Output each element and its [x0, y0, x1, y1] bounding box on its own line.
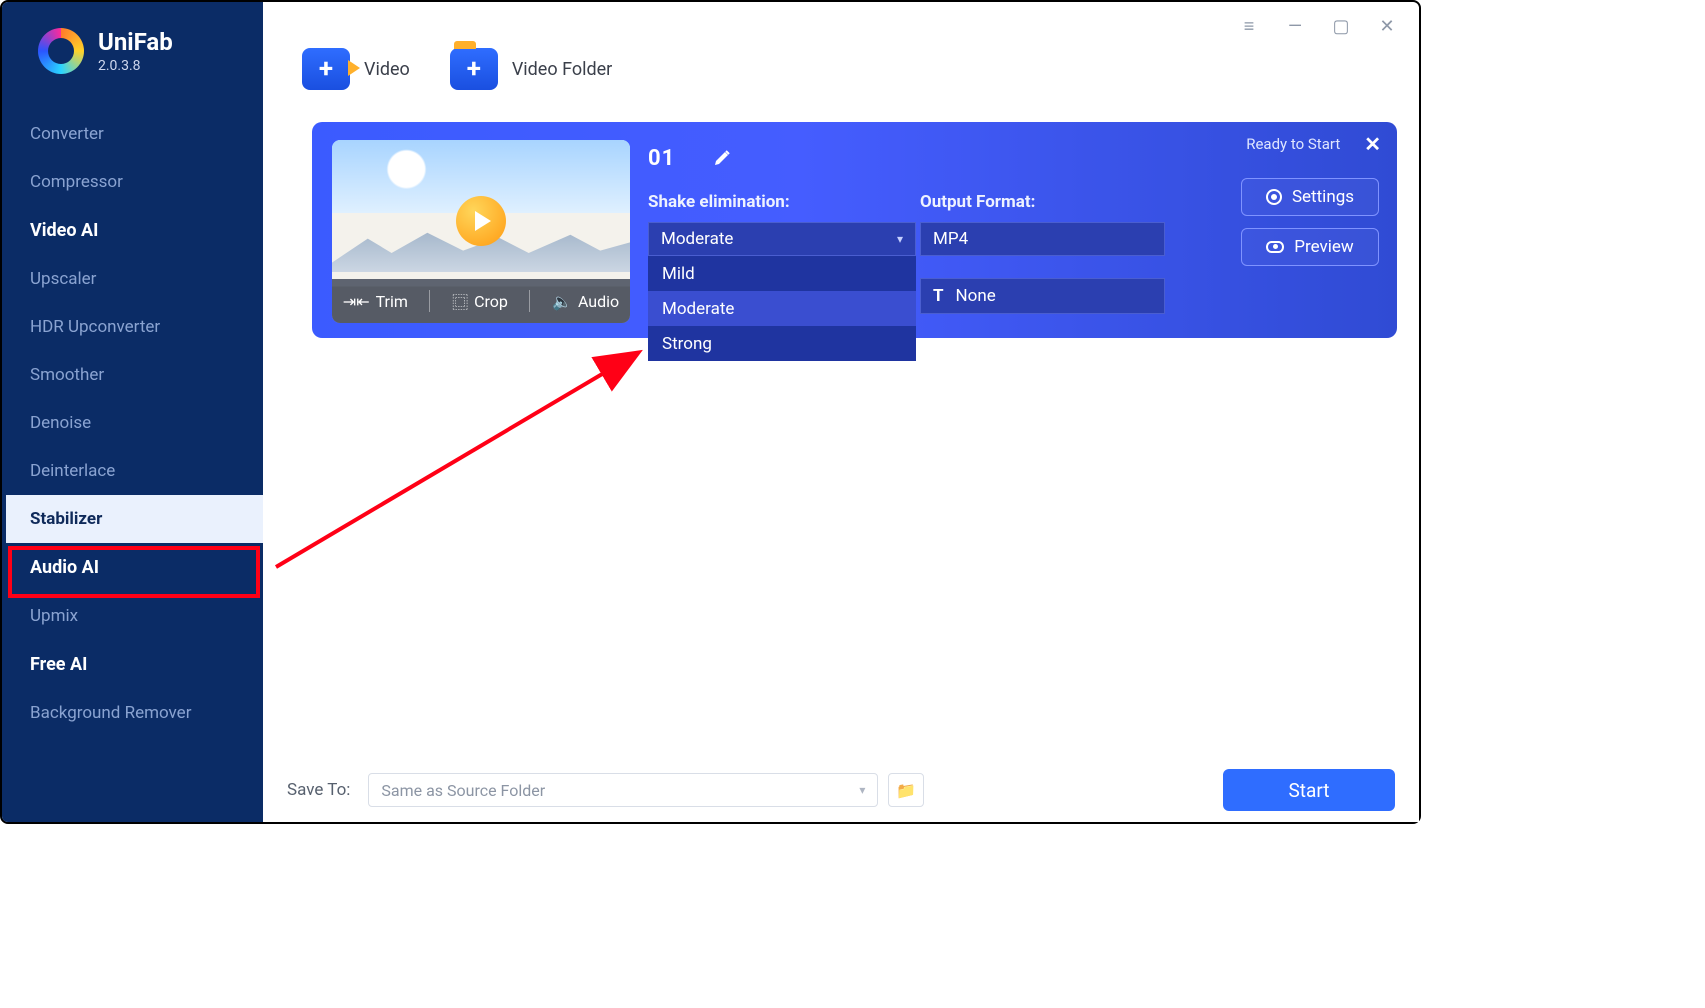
settings-label: Settings	[1292, 187, 1354, 207]
shake-select[interactable]: Moderate ▾	[648, 222, 916, 256]
sidebar-item-compressor[interactable]: Compressor	[2, 158, 263, 206]
sidebar-header-video-ai[interactable]: Video AI	[2, 206, 263, 255]
sidebar-nav: Converter Compressor Video AI Upscaler H…	[2, 110, 263, 737]
sidebar-item-upmix[interactable]: Upmix	[2, 592, 263, 640]
subtitle-icon: T	[933, 286, 944, 306]
save-to-select[interactable]: Same as Source Folder ▾	[368, 773, 878, 807]
task-actions: Settings Preview	[1241, 178, 1379, 266]
add-source-row: + Video + Video Folder	[302, 48, 612, 90]
crop-label: Crop	[474, 292, 508, 311]
subtitle-value: None	[956, 286, 996, 306]
sidebar-item-smoother[interactable]: Smoother	[2, 351, 263, 399]
status-label: Ready to Start	[1246, 135, 1340, 153]
shake-dropdown: Mild Moderate Strong	[648, 256, 916, 361]
preview-button[interactable]: Preview	[1241, 228, 1379, 266]
app-window: UniFab 2.0.3.8 Converter Compressor Vide…	[0, 0, 1421, 824]
chevron-down-icon: ▾	[897, 232, 903, 246]
shake-option-strong[interactable]: Strong	[648, 326, 916, 361]
video-thumbnail[interactable]: ⇥⇤ Trim ⿴ Crop 🔈 Audio	[332, 140, 630, 323]
add-video-icon: +	[302, 48, 350, 90]
sidebar-item-denoise[interactable]: Denoise	[2, 399, 263, 447]
add-folder-label: Video Folder	[512, 59, 612, 80]
menu-icon[interactable]: ≡	[1239, 17, 1259, 35]
shake-option-mild[interactable]: Mild	[648, 256, 916, 291]
add-video-label: Video	[364, 59, 410, 80]
crop-icon: ⿴	[452, 289, 468, 313]
save-to-value: Same as Source Folder	[381, 781, 545, 800]
trim-button[interactable]: ⇥⇤ Trim	[343, 292, 408, 311]
sidebar-item-hdr-upconverter[interactable]: HDR Upconverter	[2, 303, 263, 351]
eye-icon	[1266, 241, 1284, 253]
chevron-down-icon: ▾	[859, 783, 865, 797]
maximize-icon[interactable]: ▢	[1331, 17, 1351, 35]
separator	[429, 290, 430, 312]
brand-block: UniFab 2.0.3.8	[2, 28, 263, 74]
sidebar: UniFab 2.0.3.8 Converter Compressor Vide…	[2, 2, 263, 822]
close-icon[interactable]: ✕	[1377, 17, 1397, 35]
crop-button[interactable]: ⿴ Crop	[452, 289, 508, 313]
audio-icon: 🔈	[552, 292, 572, 311]
add-folder-button[interactable]: + Video Folder	[450, 48, 612, 90]
start-label: Start	[1289, 779, 1330, 802]
separator	[529, 290, 530, 312]
output-format-label: Output Format:	[920, 192, 1035, 212]
trim-label: Trim	[376, 292, 408, 311]
subtitle-select[interactable]: T None	[920, 278, 1165, 314]
brand-name: UniFab	[98, 28, 173, 56]
bottom-bar: Save To: Same as Source Folder ▾ 📁 Start	[263, 758, 1419, 822]
remove-task-icon[interactable]: ✕	[1364, 132, 1381, 156]
sidebar-header-free-ai[interactable]: Free AI	[2, 640, 263, 689]
brand-logo-icon	[38, 28, 84, 74]
sidebar-item-upscaler[interactable]: Upscaler	[2, 255, 263, 303]
output-format-select[interactable]: MP4	[920, 222, 1165, 256]
thumb-toolbar: ⇥⇤ Trim ⿴ Crop 🔈 Audio	[332, 279, 630, 323]
trim-icon: ⇥⇤	[343, 292, 370, 311]
save-to-label: Save To:	[287, 780, 350, 800]
preview-label: Preview	[1294, 237, 1353, 257]
rename-icon[interactable]	[712, 148, 732, 172]
sidebar-header-audio-ai[interactable]: Audio AI	[2, 543, 263, 592]
brand-version: 2.0.3.8	[98, 58, 173, 74]
sidebar-item-deinterlace[interactable]: Deinterlace	[2, 447, 263, 495]
add-folder-icon: +	[450, 48, 498, 90]
video-task-card: Ready to Start ✕ ⇥⇤ Trim ⿴ Crop 🔈	[312, 122, 1397, 338]
shake-option-moderate[interactable]: Moderate	[648, 291, 916, 326]
audio-label: Audio	[578, 292, 619, 311]
task-index: 01	[648, 146, 675, 171]
minimize-icon[interactable]: —	[1285, 17, 1305, 35]
annotation-arrow-icon	[266, 342, 656, 572]
window-controls: ≡ — ▢ ✕	[263, 2, 1419, 50]
add-video-button[interactable]: + Video	[302, 48, 410, 90]
start-button[interactable]: Start	[1223, 769, 1395, 811]
audio-button[interactable]: 🔈 Audio	[552, 292, 619, 311]
shake-select-value: Moderate	[661, 229, 733, 249]
sidebar-item-stabilizer[interactable]: Stabilizer	[2, 495, 263, 543]
sidebar-item-converter[interactable]: Converter	[2, 110, 263, 158]
gear-icon	[1266, 189, 1282, 205]
output-format-value: MP4	[933, 229, 968, 249]
play-icon[interactable]	[456, 196, 506, 246]
shake-label: Shake elimination:	[648, 192, 790, 212]
browse-folder-button[interactable]: 📁	[888, 773, 924, 807]
folder-icon: 📁	[896, 781, 916, 800]
settings-button[interactable]: Settings	[1241, 178, 1379, 216]
sidebar-item-background-remover[interactable]: Background Remover	[2, 689, 263, 737]
